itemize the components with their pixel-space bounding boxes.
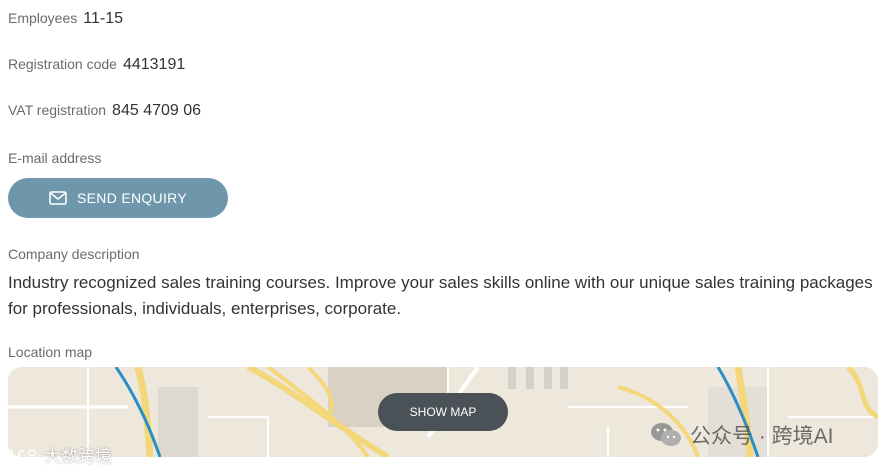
description-text: Industry recognized sales training cours… bbox=[8, 273, 873, 318]
watermark-left-text: 大数跨境 bbox=[44, 447, 112, 466]
watermark-right-text: 公众号 · 跨境AI bbox=[690, 425, 834, 448]
show-map-button[interactable]: SHOW MAP bbox=[378, 393, 508, 431]
registration-row: Registration code 4413191 bbox=[8, 56, 185, 74]
send-enquiry-label: SEND ENQUIRY bbox=[77, 190, 187, 206]
vat-label: VAT registration bbox=[8, 102, 107, 118]
envelope-icon bbox=[49, 191, 67, 205]
employees-label: Employees bbox=[8, 10, 78, 26]
registration-label: Registration code bbox=[8, 56, 117, 72]
email-row: E-mail address bbox=[8, 150, 101, 166]
watermark-right: 公众号 · 跨境AI bbox=[650, 420, 834, 450]
location-map-label: Location map bbox=[8, 344, 93, 360]
watermark-left: 大数跨境 bbox=[8, 442, 112, 467]
wechat-icon bbox=[651, 423, 681, 446]
employees-row: Employees 11-15 bbox=[8, 10, 123, 28]
send-enquiry-button[interactable]: SEND ENQUIRY bbox=[8, 178, 228, 218]
logo-icon bbox=[11, 448, 36, 461]
employees-value: 11-15 bbox=[83, 10, 123, 27]
description-label: Company description bbox=[8, 246, 140, 262]
vat-value: 845 4709 06 bbox=[112, 102, 202, 119]
vat-row: VAT registration 845 4709 06 bbox=[8, 102, 201, 120]
registration-value: 4413191 bbox=[122, 56, 186, 73]
email-label: E-mail address bbox=[8, 150, 102, 166]
